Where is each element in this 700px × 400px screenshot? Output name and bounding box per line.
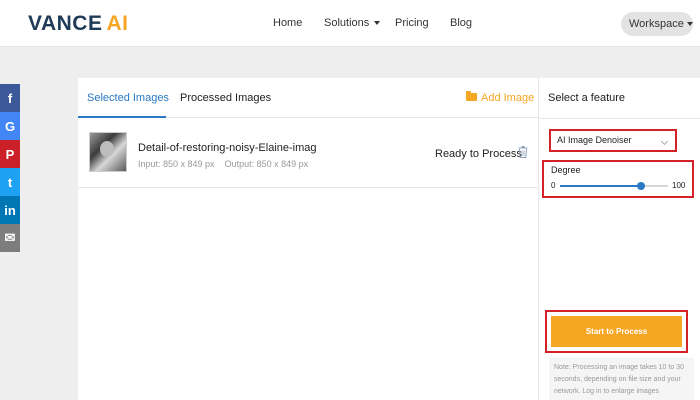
pinterest-share-icon[interactable]: P — [0, 140, 20, 168]
tab-selected-images[interactable]: Selected Images — [87, 92, 169, 104]
add-image-button[interactable]: Add Image — [466, 91, 535, 104]
feature-panel: Select a feature AI Image Denoiser Degre… — [538, 78, 700, 400]
add-image-label: Add Image — [481, 92, 535, 104]
degree-slider[interactable] — [560, 182, 668, 190]
process-status: Ready to Process — [435, 148, 522, 160]
top-header: VANCE AI Home Solutions Pricing Blog Work… — [0, 0, 700, 47]
folder-icon — [466, 91, 477, 101]
image-thumbnail — [89, 132, 127, 172]
image-row: Detail-of-restoring-noisy-Elaine-imag In… — [78, 118, 538, 188]
trash-icon[interactable] — [518, 146, 528, 158]
nav-solutions[interactable]: Solutions — [324, 17, 381, 29]
degree-control: Degree 0 100 — [542, 160, 694, 198]
processing-note: Note: Processing an image takes 10 to 30… — [549, 358, 694, 400]
chevron-down-icon — [374, 21, 381, 26]
input-size: Input: 850 x 849 px — [138, 159, 215, 169]
slider-min-label: 0 — [551, 181, 556, 190]
image-dimensions: Input: 850 x 849 px Output: 850 x 849 px — [138, 159, 308, 169]
degree-label: Degree — [551, 165, 581, 175]
nav-home[interactable]: Home — [273, 17, 302, 29]
linkedin-share-icon[interactable]: in — [0, 196, 20, 224]
feature-panel-title: Select a feature — [548, 92, 626, 104]
chevron-down-icon — [660, 137, 669, 146]
feature-select-value: AI Image Denoiser — [557, 135, 632, 145]
nav-solutions-label: Solutions — [324, 17, 370, 29]
twitter-share-icon[interactable]: t — [0, 168, 20, 196]
slider-max-label: 100 — [672, 181, 686, 190]
vanceai-logo[interactable]: VANCE AI — [28, 12, 128, 36]
email-share-icon[interactable]: ✉ — [0, 224, 20, 252]
output-size: Output: 850 x 849 px — [224, 159, 309, 169]
nav-blog[interactable]: Blog — [450, 17, 472, 29]
start-to-process-button[interactable]: Start to Process — [551, 316, 682, 347]
workspace-card: Selected Images Processed Images Add Ima… — [78, 78, 700, 400]
file-name: Detail-of-restoring-noisy-Elaine-imag — [138, 142, 317, 154]
tab-processed-images[interactable]: Processed Images — [180, 92, 271, 104]
image-tabs: Selected Images Processed Images Add Ima… — [78, 78, 538, 118]
images-pane: Selected Images Processed Images Add Ima… — [78, 78, 538, 400]
logo-text-accent: AI — [106, 12, 129, 35]
chevron-down-icon — [686, 22, 693, 27]
divider — [539, 118, 700, 119]
google-share-icon[interactable]: G — [0, 112, 20, 140]
logo-text-main: VANCE — [28, 12, 103, 35]
start-button-highlight: Start to Process — [545, 310, 688, 353]
nav-pricing[interactable]: Pricing — [395, 17, 429, 29]
workspace-dropdown[interactable]: Workspace — [621, 12, 693, 36]
workspace-label: Workspace — [629, 18, 684, 30]
feature-select[interactable]: AI Image Denoiser — [549, 129, 677, 152]
slider-fill — [560, 185, 641, 187]
slider-handle[interactable] — [637, 182, 645, 190]
facebook-share-icon[interactable]: f — [0, 84, 20, 112]
